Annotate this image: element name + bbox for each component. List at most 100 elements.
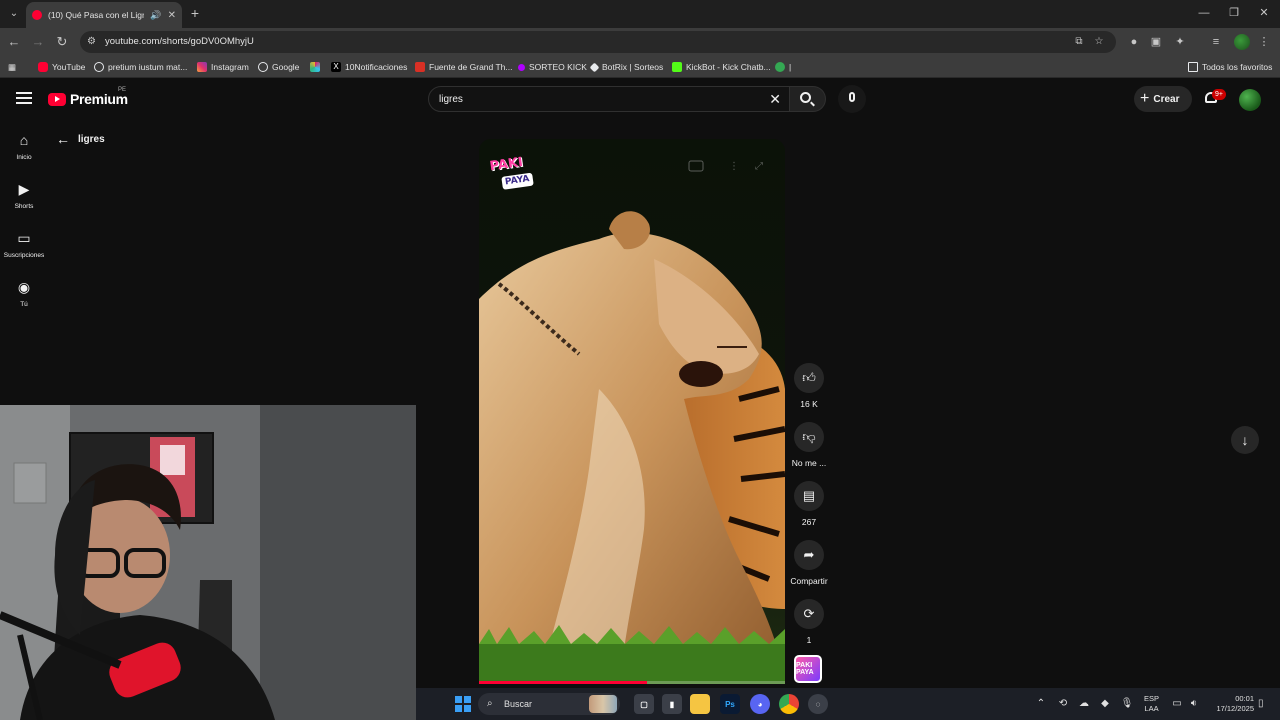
tray-green-icon[interactable]: ◆ bbox=[1098, 698, 1112, 710]
remix-icon: ⟳ bbox=[794, 599, 824, 629]
profile-avatar[interactable] bbox=[1234, 34, 1250, 50]
bookmark-kickbot[interactable]: KickBot - Kick Chatb... bbox=[672, 60, 771, 74]
address-bar[interactable]: ⚙ youtube.com/shorts/goDV0OMhyjU ⧉ ☆ bbox=[80, 31, 1116, 53]
region-code: PE bbox=[118, 87, 127, 93]
tray-chevron-icon[interactable]: ⌃ bbox=[1034, 698, 1048, 710]
bookmark-pretium[interactable]: pretium iustum mat... bbox=[94, 60, 187, 74]
home-icon: ⌂ bbox=[19, 132, 29, 148]
remix-button[interactable]: ⟳ 1 bbox=[786, 599, 832, 645]
tray-app-icon[interactable]: ⟲ bbox=[1056, 698, 1070, 710]
tab-close-icon[interactable]: ✕ bbox=[168, 10, 176, 21]
browser-tab-active[interactable]: (10) Qué Pasa con el Ligre 🔊 ✕ bbox=[26, 2, 182, 28]
discord-icon[interactable]: ◕ bbox=[750, 694, 770, 714]
bookmark-instagram[interactable]: Instagram bbox=[197, 60, 249, 74]
volume-icon[interactable]: 🔉︎ bbox=[1187, 698, 1201, 710]
bookmark-sorteo-kick[interactable]: SORTEO KICK bbox=[518, 60, 587, 74]
apps-icon[interactable]: ▦ bbox=[8, 60, 16, 74]
tab-audio-icon[interactable]: 🔊 bbox=[150, 10, 161, 21]
video-progress-bar[interactable] bbox=[479, 681, 785, 684]
site-info-icon[interactable]: ⚙ bbox=[87, 36, 99, 48]
bookmark-x[interactable]: X 10Notificaciones bbox=[331, 60, 407, 74]
onedrive-icon[interactable]: ☁ bbox=[1077, 698, 1091, 710]
system-clock[interactable]: 00:01 17/12/2025 bbox=[1208, 694, 1254, 714]
microphone-tray-icon[interactable]: 🎙︎ bbox=[1120, 698, 1134, 710]
search-icon: ⌕ bbox=[487, 698, 493, 709]
install-app-icon[interactable]: ⧉ bbox=[1072, 35, 1086, 49]
hamburger-menu-icon[interactable] bbox=[16, 92, 32, 104]
comments-count: 267 bbox=[801, 517, 817, 527]
youtube-icon bbox=[38, 62, 48, 72]
share-button[interactable]: ➦ Compartir bbox=[786, 540, 832, 586]
guide-item-inicio[interactable]: ⌂ Inicio bbox=[0, 132, 48, 161]
create-label: Crear bbox=[1153, 93, 1180, 105]
extensions-puzzle-icon[interactable]: ✦ bbox=[1172, 34, 1188, 50]
google-icon bbox=[258, 62, 268, 72]
chrome-menu-icon[interactable]: ⋮ bbox=[1256, 34, 1272, 50]
comments-button[interactable]: ▤ 267 bbox=[786, 481, 832, 527]
guide-item-tu[interactable]: ◉ Tú bbox=[0, 279, 48, 308]
forward-button[interactable]: → bbox=[30, 34, 46, 50]
bookmark-grand-theft[interactable]: Fuente de Grand Th... bbox=[415, 60, 512, 74]
account-avatar[interactable] bbox=[1239, 89, 1261, 111]
microphone-icon bbox=[849, 92, 855, 102]
minimize-button[interactable]: — bbox=[1194, 4, 1214, 22]
new-tab-button[interactable]: + bbox=[188, 5, 202, 21]
green-app-icon bbox=[775, 62, 785, 72]
remix-count: 1 bbox=[806, 635, 812, 645]
guide-item-shorts[interactable]: ▶ Shorts bbox=[0, 181, 48, 210]
task-view-icon[interactable]: ▢ bbox=[634, 694, 654, 714]
channel-watermark-logo: PAKI PAYA bbox=[489, 154, 541, 194]
globe-icon bbox=[94, 62, 104, 72]
like-count: 16 K bbox=[800, 399, 818, 409]
youtube-premium-logo[interactable]: Premium PE bbox=[48, 87, 128, 107]
app-icon[interactable]: ▮ bbox=[662, 694, 682, 714]
bookmark-star-icon[interactable]: ☆ bbox=[1092, 35, 1106, 49]
liger-video-frame: ⋮ ⤢ bbox=[479, 139, 785, 684]
bookmark-google[interactable]: Google bbox=[258, 60, 299, 74]
extension-icon[interactable]: ● bbox=[1126, 34, 1142, 50]
webcam-overlay bbox=[0, 405, 416, 720]
like-button[interactable]: 👍︎ 16 K bbox=[786, 363, 832, 409]
back-to-search[interactable]: ← ligres bbox=[56, 132, 105, 146]
restore-button[interactable]: ❐ bbox=[1224, 4, 1244, 22]
next-short-button[interactable]: ↓ bbox=[1231, 426, 1259, 454]
network-icon[interactable]: ▭ bbox=[1170, 698, 1184, 710]
bookmark-youtube[interactable]: YouTube bbox=[38, 60, 85, 74]
chrome-icon[interactable] bbox=[779, 694, 799, 714]
guide-item-suscripciones[interactable]: ▭ Suscripciones bbox=[0, 230, 48, 259]
channel-avatar[interactable]: PAKI PAYA bbox=[794, 655, 822, 683]
taskbar-search-input[interactable]: ⌕ Buscar bbox=[478, 693, 620, 715]
input-language[interactable]: ESP LAA bbox=[1144, 694, 1159, 714]
bookmark-botrix[interactable]: BotRix | Sorteos bbox=[589, 60, 663, 74]
windows-start-icon[interactable] bbox=[455, 696, 471, 712]
youtube-play-icon bbox=[48, 92, 66, 106]
media-controls-icon[interactable]: ≡ bbox=[1208, 34, 1224, 50]
dislike-button[interactable]: 👎︎ No me ... bbox=[786, 422, 832, 468]
tab-title: (10) Qué Pasa con el Ligre bbox=[48, 10, 145, 20]
shorts-icon: ▶ bbox=[18, 181, 30, 197]
extension-2-icon[interactable]: ▣ bbox=[1148, 34, 1164, 50]
instagram-icon bbox=[197, 62, 207, 72]
logo-wordmark: Premium bbox=[70, 91, 128, 107]
create-button[interactable]: + Crear bbox=[1134, 86, 1192, 112]
tab-search-button[interactable]: ⌄ bbox=[6, 6, 22, 22]
all-bookmarks-folder[interactable]: Todos los favoritos bbox=[1188, 60, 1272, 74]
back-button[interactable]: ← bbox=[6, 34, 22, 50]
app-2-icon[interactable]: ◌ bbox=[808, 694, 828, 714]
bookmark-last[interactable]: | bbox=[775, 60, 791, 74]
file-explorer-icon[interactable] bbox=[690, 694, 710, 714]
clear-search-icon[interactable]: ✕ bbox=[769, 91, 781, 108]
plus-icon: + bbox=[1140, 90, 1150, 107]
search-input[interactable]: ligres ✕ bbox=[428, 86, 790, 112]
x-icon: X bbox=[331, 62, 341, 72]
short-video-player[interactable]: ⋮ ⤢ PAKI PAYA bbox=[479, 139, 785, 684]
search-button[interactable] bbox=[790, 86, 826, 112]
voice-search-button[interactable] bbox=[838, 85, 866, 113]
youtube-favicon-icon bbox=[32, 10, 42, 20]
reload-button[interactable]: ↻ bbox=[54, 34, 70, 50]
photoshop-icon[interactable]: Ps bbox=[720, 694, 740, 714]
close-window-button[interactable]: ✕ bbox=[1254, 4, 1274, 22]
notification-center-icon[interactable]: ▯ bbox=[1258, 698, 1264, 709]
bookmark-slack[interactable] bbox=[310, 60, 320, 74]
kickbot-icon bbox=[672, 62, 682, 72]
